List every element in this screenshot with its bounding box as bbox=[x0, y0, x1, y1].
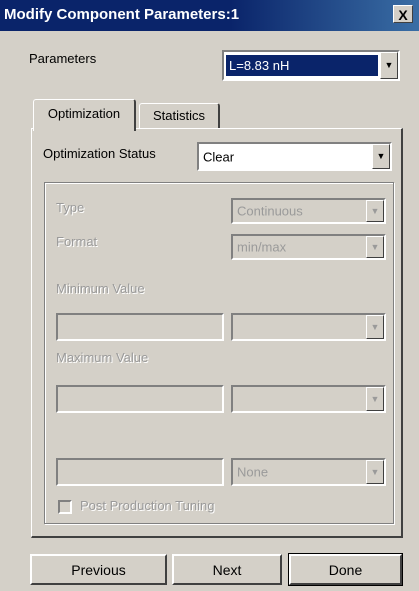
format-label: Format bbox=[56, 234, 98, 249]
chevron-down-icon[interactable]: ▼ bbox=[366, 236, 384, 258]
post-production-tuning-label: Post Production Tuning bbox=[80, 498, 215, 513]
next-button[interactable]: Next bbox=[172, 554, 282, 585]
previous-button-label: Previous bbox=[71, 561, 126, 578]
done-button[interactable]: Done bbox=[288, 553, 403, 586]
chevron-down-icon[interactable]: ▼ bbox=[372, 144, 390, 169]
previous-button[interactable]: Previous bbox=[30, 554, 167, 585]
maximum-value-unit-select[interactable]: ▼ bbox=[231, 385, 386, 413]
tab-optimization[interactable]: Optimization bbox=[33, 99, 136, 131]
minimum-value-unit-select[interactable]: ▼ bbox=[231, 313, 386, 341]
format-select-value: min/max bbox=[237, 239, 287, 255]
maximum-value-label: Maximum Value bbox=[56, 350, 149, 365]
minimum-value-input[interactable] bbox=[56, 313, 224, 341]
extra-select-value: None bbox=[237, 464, 269, 480]
parameters-label: Parameters bbox=[29, 51, 97, 66]
window-title: Modify Component Parameters:1 bbox=[4, 6, 240, 23]
optimization-status-label: Optimization Status bbox=[43, 146, 156, 161]
optimization-status-value: Clear bbox=[203, 149, 235, 164]
minimum-value-label: Minimum Value bbox=[56, 281, 145, 296]
chevron-down-icon[interactable]: ▼ bbox=[366, 315, 384, 339]
extra-value-input[interactable] bbox=[56, 458, 224, 486]
format-select[interactable]: min/max ▼ bbox=[231, 234, 386, 260]
close-icon: X bbox=[398, 7, 408, 23]
next-button-label: Next bbox=[212, 561, 242, 578]
tab-statistics[interactable]: Statistics bbox=[139, 103, 220, 129]
extra-select[interactable]: None ▼ bbox=[231, 458, 386, 486]
optimization-status-select[interactable]: Clear ▼ bbox=[197, 142, 392, 171]
done-button-label: Done bbox=[328, 561, 363, 578]
chevron-down-icon[interactable]: ▼ bbox=[380, 52, 398, 79]
close-button[interactable]: X bbox=[393, 5, 413, 23]
parameters-select-value: L=8.83 nH bbox=[226, 55, 378, 76]
maximum-value-input[interactable] bbox=[56, 385, 224, 413]
chevron-down-icon[interactable]: ▼ bbox=[366, 460, 384, 484]
chevron-down-icon[interactable]: ▼ bbox=[366, 387, 384, 411]
type-label: Type bbox=[56, 200, 85, 215]
post-production-tuning-checkbox[interactable] bbox=[58, 500, 72, 514]
parameters-select[interactable]: L=8.83 nH ▼ bbox=[222, 50, 400, 81]
type-select[interactable]: Continuous ▼ bbox=[231, 198, 386, 224]
tab-optimization-label: Optimization bbox=[47, 106, 121, 121]
chevron-down-icon[interactable]: ▼ bbox=[366, 200, 384, 222]
tab-statistics-label: Statistics bbox=[152, 108, 205, 123]
type-select-value: Continuous bbox=[237, 203, 303, 219]
title-bar: Modify Component Parameters:1 X bbox=[0, 0, 419, 31]
